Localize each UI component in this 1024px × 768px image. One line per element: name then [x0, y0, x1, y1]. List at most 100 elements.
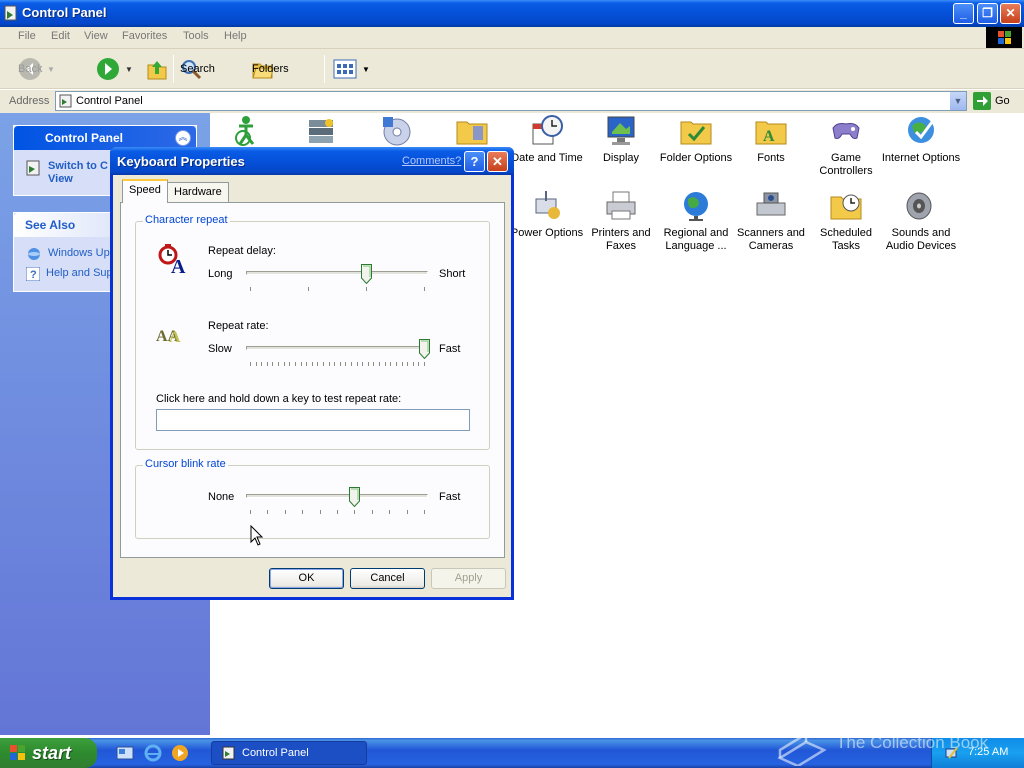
- game-controllers-label: Game Controllers: [819, 152, 873, 177]
- menu-tools[interactable]: Tools: [183, 30, 209, 42]
- dialog-titlebar[interactable]: Keyboard Properties Comments? ? ✕: [110, 147, 514, 175]
- repeat-delay-max-label: Short: [439, 268, 466, 280]
- address-dropdown-button[interactable]: ▼: [949, 92, 966, 110]
- apply-button[interactable]: Apply: [431, 568, 506, 589]
- scanners-cameras-label: Scanners and Cameras: [737, 227, 805, 252]
- go-arrow-icon: [973, 92, 991, 110]
- start-label: start: [32, 742, 72, 763]
- minimize-button[interactable]: _: [953, 3, 974, 24]
- views-button[interactable]: ▼: [333, 56, 370, 82]
- internet-options-icon: [908, 117, 934, 143]
- folders-button[interactable]: Folders: [252, 56, 289, 82]
- test-repeat-label: Click here and hold down a key to test r…: [156, 393, 402, 405]
- dialog-close-button[interactable]: ✕: [487, 151, 508, 172]
- folders-label: Folders: [252, 63, 289, 75]
- display-label: Display: [602, 152, 640, 164]
- date-time-item[interactable]: Date and Time: [507, 114, 587, 165]
- fonts-icon: A: [755, 121, 787, 145]
- switch-view-label-2: View: [48, 173, 73, 185]
- display-item[interactable]: Display: [581, 114, 661, 165]
- slider-thumb[interactable]: [361, 264, 372, 284]
- menu-bar: File Edit View Favorites Tools Help: [0, 27, 1024, 49]
- fonts-item[interactable]: A Fonts: [731, 114, 811, 165]
- regional-language-item[interactable]: Regional and Language ...: [656, 189, 736, 253]
- tab-hardware[interactable]: Hardware: [167, 182, 229, 202]
- printers-faxes-item[interactable]: Printers and Faxes: [581, 189, 661, 253]
- switch-view-link[interactable]: Switch to C View: [26, 160, 108, 186]
- start-button[interactable]: start: [0, 738, 97, 768]
- up-folder-button[interactable]: [146, 56, 168, 82]
- regional-language-label: Regional and Language ...: [663, 227, 729, 252]
- cursor-blink-max-label: Fast: [439, 491, 461, 503]
- collapse-icon[interactable]: ︽: [175, 130, 191, 146]
- slider-track[interactable]: [246, 271, 428, 275]
- menu-view[interactable]: View: [84, 30, 108, 42]
- back-button[interactable]: Back ▼: [18, 56, 55, 82]
- forward-button[interactable]: ▼: [96, 56, 133, 82]
- internet-options-item[interactable]: Internet Options: [881, 114, 961, 165]
- menu-file[interactable]: File: [18, 30, 36, 42]
- cursor-blink-group: Cursor blink rate None Fast: [135, 458, 490, 539]
- sounds-audio-item[interactable]: Sounds and Audio Devices: [881, 189, 961, 253]
- close-button[interactable]: ✕: [1000, 3, 1021, 24]
- power-options-item[interactable]: Power Options: [507, 189, 587, 240]
- keyboard-properties-dialog: Keyboard Properties Comments? ? ✕ Speed …: [110, 147, 514, 600]
- administrative-tools-icon: [456, 121, 488, 145]
- go-button[interactable]: Go: [973, 92, 1010, 110]
- standard-toolbar: Back ▼ ▼ Search Folders ▼: [0, 49, 1024, 89]
- power-options-icon: [535, 191, 560, 219]
- game-controllers-item[interactable]: Game Controllers: [806, 114, 886, 178]
- printers-faxes-icon: [606, 191, 636, 220]
- taskbar-task-label: Control Panel: [242, 747, 309, 759]
- printers-faxes-label: Printers and Faxes: [591, 227, 651, 252]
- restore-button[interactable]: ❐: [977, 3, 998, 24]
- display-icon: [607, 116, 635, 145]
- control-panel-pane-title: Control Panel: [45, 131, 124, 145]
- switch-view-icon: [26, 160, 40, 176]
- search-button[interactable]: Search: [180, 56, 215, 82]
- folder-options-item[interactable]: Folder Options: [656, 114, 736, 165]
- windows-update-label: Windows Upd: [48, 247, 116, 259]
- comments-link[interactable]: Comments?: [402, 155, 461, 167]
- scheduled-tasks-item[interactable]: Scheduled Tasks: [806, 189, 886, 253]
- scanners-cameras-icon: [756, 192, 786, 216]
- slider-thumb[interactable]: [419, 339, 430, 359]
- game-controllers-icon: [832, 123, 860, 139]
- back-label: Back: [18, 63, 43, 75]
- repeat-delay-icon: A: [158, 244, 186, 275]
- window-titlebar[interactable]: Control Panel _ ❐ ✕: [0, 0, 1024, 27]
- media-player-icon[interactable]: [171, 744, 189, 762]
- regional-language-icon: [684, 192, 708, 221]
- internet-explorer-icon[interactable]: [144, 744, 162, 762]
- tab-speed[interactable]: Speed: [122, 179, 168, 203]
- menu-favorites[interactable]: Favorites: [122, 30, 167, 42]
- slider-track[interactable]: [246, 494, 428, 498]
- up-folder-icon: [147, 61, 167, 80]
- help-button[interactable]: ?: [464, 151, 485, 172]
- scanners-cameras-item[interactable]: Scanners and Cameras: [731, 189, 811, 253]
- svg-text:A: A: [169, 329, 181, 345]
- slider-track[interactable]: [246, 346, 428, 350]
- dialog-title: Keyboard Properties: [117, 154, 245, 169]
- windows-flag-icon: [10, 745, 25, 760]
- address-input[interactable]: Control Panel ▼: [55, 91, 967, 111]
- cancel-button[interactable]: Cancel: [350, 568, 425, 589]
- test-repeat-input[interactable]: [156, 409, 470, 431]
- add-hardware-icon: [383, 117, 411, 146]
- back-dropdown-icon[interactable]: ▼: [47, 65, 55, 74]
- date-time-icon: [532, 115, 563, 145]
- address-label: Address: [9, 95, 50, 107]
- views-dropdown-icon[interactable]: ▼: [362, 65, 370, 74]
- show-desktop-icon[interactable]: [116, 744, 134, 762]
- help-support-link[interactable]: ? Help and Sup: [26, 267, 113, 281]
- windows-update-link[interactable]: Windows Upd: [26, 247, 116, 261]
- switch-view-label: Switch to C: [48, 160, 108, 172]
- menu-edit[interactable]: Edit: [51, 30, 70, 42]
- slider-thumb[interactable]: [349, 487, 361, 507]
- taskbar-control-panel-button[interactable]: Control Panel: [211, 741, 367, 765]
- menu-help[interactable]: Help: [224, 30, 247, 42]
- repeat-delay-min-label: Long: [208, 268, 233, 280]
- ok-button[interactable]: OK: [269, 568, 344, 589]
- forward-dropdown-icon[interactable]: ▼: [125, 65, 133, 74]
- fonts-label: Fonts: [757, 152, 785, 164]
